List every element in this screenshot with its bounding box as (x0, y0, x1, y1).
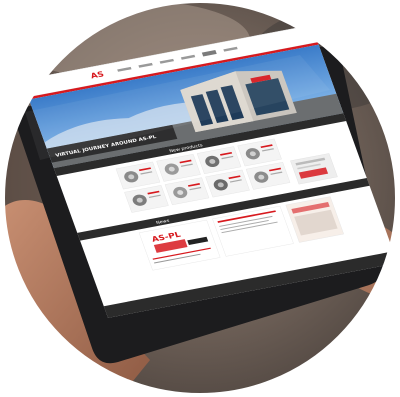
photo-stage: AS VIRTUAL JOURNEY AROUND AS-PL New prod… (3, 1, 397, 395)
